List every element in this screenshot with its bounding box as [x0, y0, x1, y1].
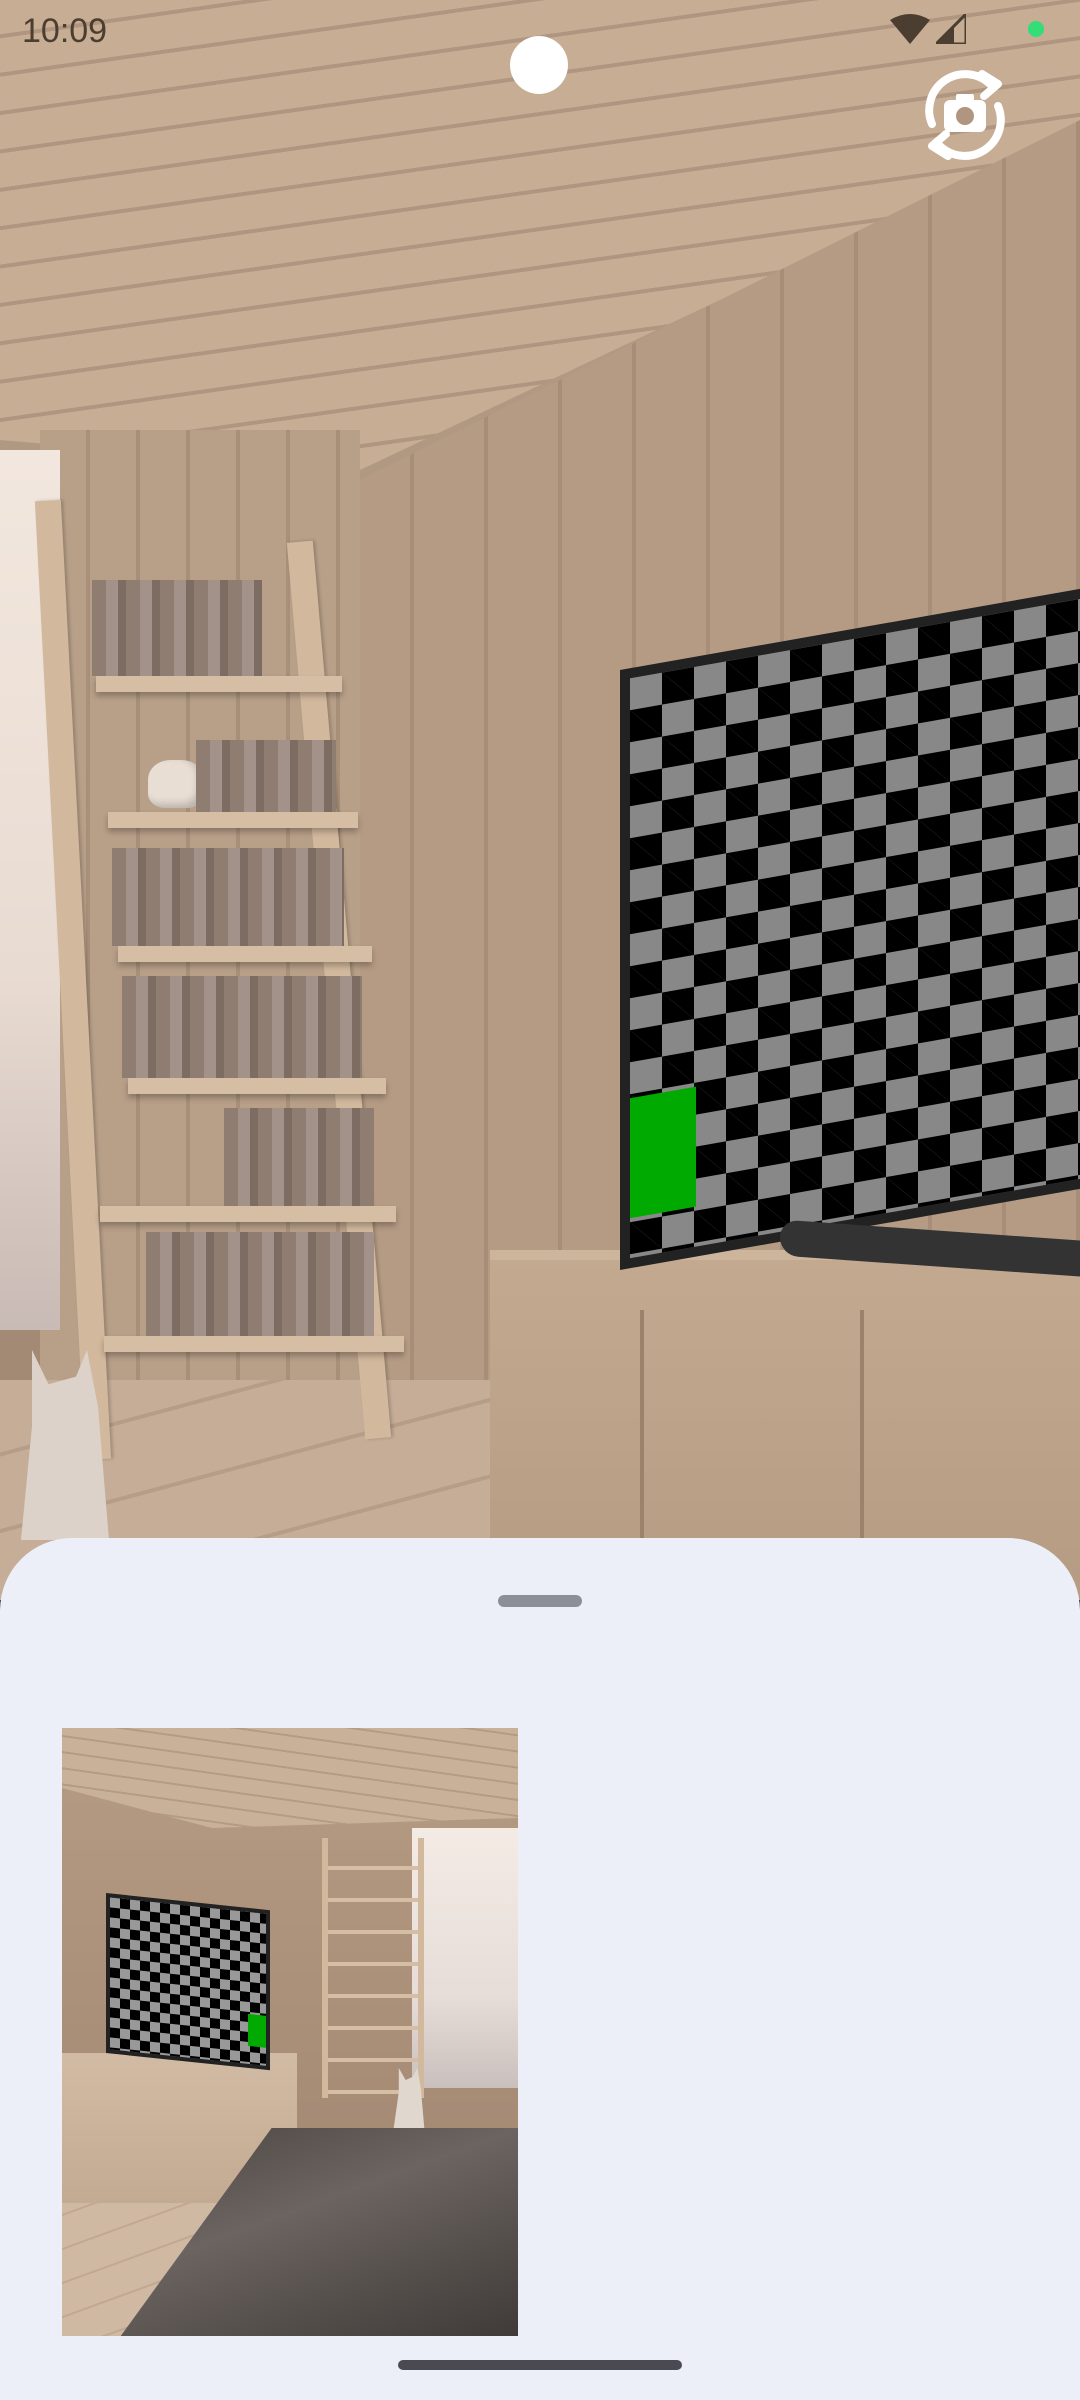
scene-shelf — [108, 812, 358, 828]
scene-tv-green-block — [630, 1086, 696, 1219]
scene-books — [146, 1232, 374, 1336]
scene-shelf — [104, 1336, 404, 1352]
privacy-indicator-dot — [1028, 21, 1044, 37]
scene-shelf — [118, 946, 372, 962]
scene-books — [92, 580, 262, 676]
thumb-ladder-shelf — [322, 1838, 424, 2098]
drag-handle[interactable] — [498, 1595, 582, 1607]
front-camera-cutout — [510, 36, 568, 94]
nav-gesture-bar[interactable] — [398, 2360, 682, 2370]
scene-shelf — [100, 1206, 396, 1222]
bottom-sheet[interactable] — [0, 1538, 1080, 2400]
scene-shelf — [96, 676, 342, 692]
scene-tv — [620, 578, 1080, 1270]
camera-viewfinder[interactable] — [0, 0, 1080, 1600]
status-time: 10:09 — [22, 12, 108, 50]
status-bar: 10:09 — [0, 0, 1080, 94]
camera-screen: 10:09 — [0, 0, 1080, 2400]
scene-books — [224, 1108, 374, 1206]
wifi-icon — [890, 14, 930, 44]
thumb-window — [412, 1828, 518, 2088]
scene-tv-checkerboard — [630, 590, 1080, 1259]
thumb-tv-checkerboard — [110, 1897, 266, 2066]
scene-books — [112, 848, 344, 946]
scene-books — [196, 740, 336, 812]
thumb-tv — [106, 1893, 270, 2071]
switch-camera-icon[interactable] — [912, 62, 1018, 168]
signal-icon — [936, 14, 966, 44]
scene-shelf — [128, 1078, 386, 1094]
captured-photo-thumbnail[interactable] — [62, 1728, 518, 2336]
thumb-tv-green-block — [248, 2013, 266, 2048]
scene-books — [122, 976, 362, 1078]
